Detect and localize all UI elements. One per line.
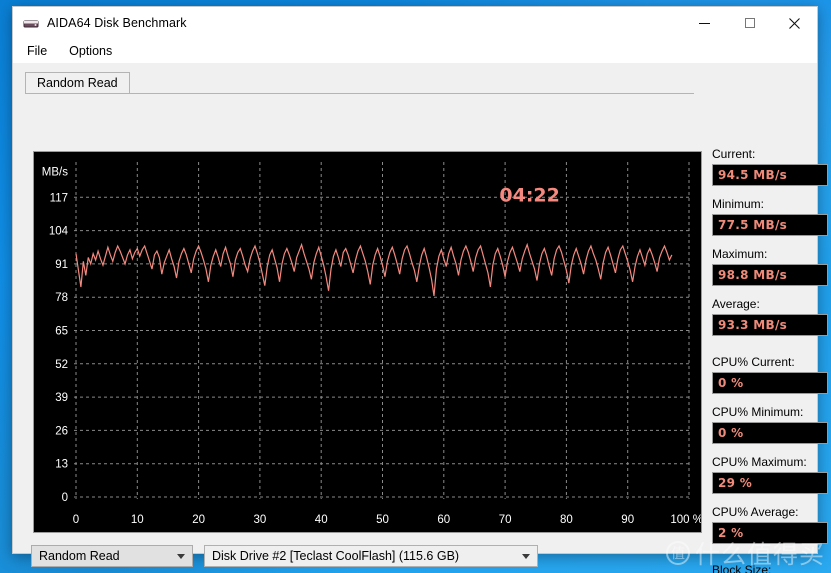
aida64-disk-benchmark-window: AIDA64 Disk Benchmark File Options Rando… (12, 6, 828, 573)
value-minimum: 77.5 MB/s (712, 214, 828, 236)
label-cpu-maximum: CPU% Maximum: (712, 455, 807, 469)
disk-drive-icon (23, 15, 39, 31)
svg-text:39: 39 (55, 392, 68, 404)
test-mode-dropdown[interactable]: Random Read (31, 545, 193, 567)
svg-text:70: 70 (499, 514, 512, 526)
value-cpu-current: 0 % (712, 372, 828, 394)
label-maximum: Maximum: (712, 247, 768, 261)
svg-text:13: 13 (55, 459, 68, 471)
label-current: Current: (712, 147, 756, 161)
selector-row: Random Read Disk Drive #2 [Teclast CoolF… (31, 545, 538, 567)
client-area: Random Read 0 13 26 39 52 65 78 91 104 117 MB/s 0 10… (13, 63, 828, 573)
svg-text:100 %: 100 % (670, 514, 701, 526)
tab-underline (25, 93, 694, 94)
svg-text:90: 90 (621, 514, 634, 526)
elapsed-timer: 04:22 (499, 184, 559, 206)
value-average: 93.3 MB/s (712, 314, 828, 336)
svg-text:30: 30 (254, 514, 267, 526)
tab-random-read[interactable]: Random Read (25, 72, 130, 94)
label-cpu-minimum: CPU% Minimum: (712, 405, 804, 419)
svg-text:52: 52 (55, 359, 68, 371)
svg-text:20: 20 (192, 514, 205, 526)
maximize-button[interactable] (727, 7, 772, 39)
svg-text:50: 50 (376, 514, 389, 526)
chevron-down-icon (522, 553, 530, 559)
value-cpu-average: 2 % (712, 522, 828, 544)
svg-text:65: 65 (55, 326, 68, 338)
svg-text:60: 60 (437, 514, 450, 526)
chevron-down-icon (177, 553, 185, 559)
svg-text:0: 0 (62, 492, 68, 504)
svg-text:0: 0 (73, 514, 79, 526)
svg-text:40: 40 (315, 514, 328, 526)
label-average: Average: (712, 297, 760, 311)
benchmark-chart: 0 13 26 39 52 65 78 91 104 117 MB/s 0 10 20 30 40 50 60 70… (33, 151, 702, 533)
label-cpu-average: CPU% Average: (712, 505, 799, 519)
close-icon[interactable] (772, 7, 817, 39)
svg-text:80: 80 (560, 514, 573, 526)
svg-text:26: 26 (55, 425, 68, 437)
window-title: AIDA64 Disk Benchmark (47, 16, 187, 30)
menu-options[interactable]: Options (67, 42, 122, 61)
svg-text:10: 10 (131, 514, 144, 526)
drive-value: Disk Drive #2 [Teclast CoolFlash] (115.6… (212, 549, 460, 563)
test-mode-value: Random Read (39, 549, 120, 563)
value-cpu-minimum: 0 % (712, 422, 828, 444)
svg-text:MB/s: MB/s (42, 166, 68, 178)
minimize-button[interactable] (682, 7, 727, 39)
value-maximum: 98.8 MB/s (712, 264, 828, 286)
menu-file[interactable]: File (25, 42, 57, 61)
value-cpu-maximum: 29 % (712, 472, 828, 494)
menu-bar: File Options (13, 39, 817, 63)
statistics-panel: Current: 94.5 MB/s Minimum: 77.5 MB/s Ma… (712, 147, 828, 573)
label-minimum: Minimum: (712, 197, 765, 211)
label-block-size: Block Size: (712, 563, 772, 573)
label-cpu-current: CPU% Current: (712, 355, 795, 369)
tab-strip: Random Read (25, 71, 130, 94)
desktop-background: AIDA64 Disk Benchmark File Options Rando… (0, 0, 831, 573)
svg-text:78: 78 (55, 292, 68, 304)
window-controls (682, 7, 817, 39)
value-current: 94.5 MB/s (712, 164, 828, 186)
chart-canvas: 0 13 26 39 52 65 78 91 104 117 MB/s 0 10 20 30 40 50 60 70… (42, 162, 701, 526)
svg-text:91: 91 (55, 259, 68, 271)
drive-dropdown[interactable]: Disk Drive #2 [Teclast CoolFlash] (115.6… (204, 545, 538, 567)
svg-text:104: 104 (49, 226, 69, 238)
title-bar: AIDA64 Disk Benchmark (13, 7, 817, 39)
svg-text:117: 117 (50, 192, 68, 204)
